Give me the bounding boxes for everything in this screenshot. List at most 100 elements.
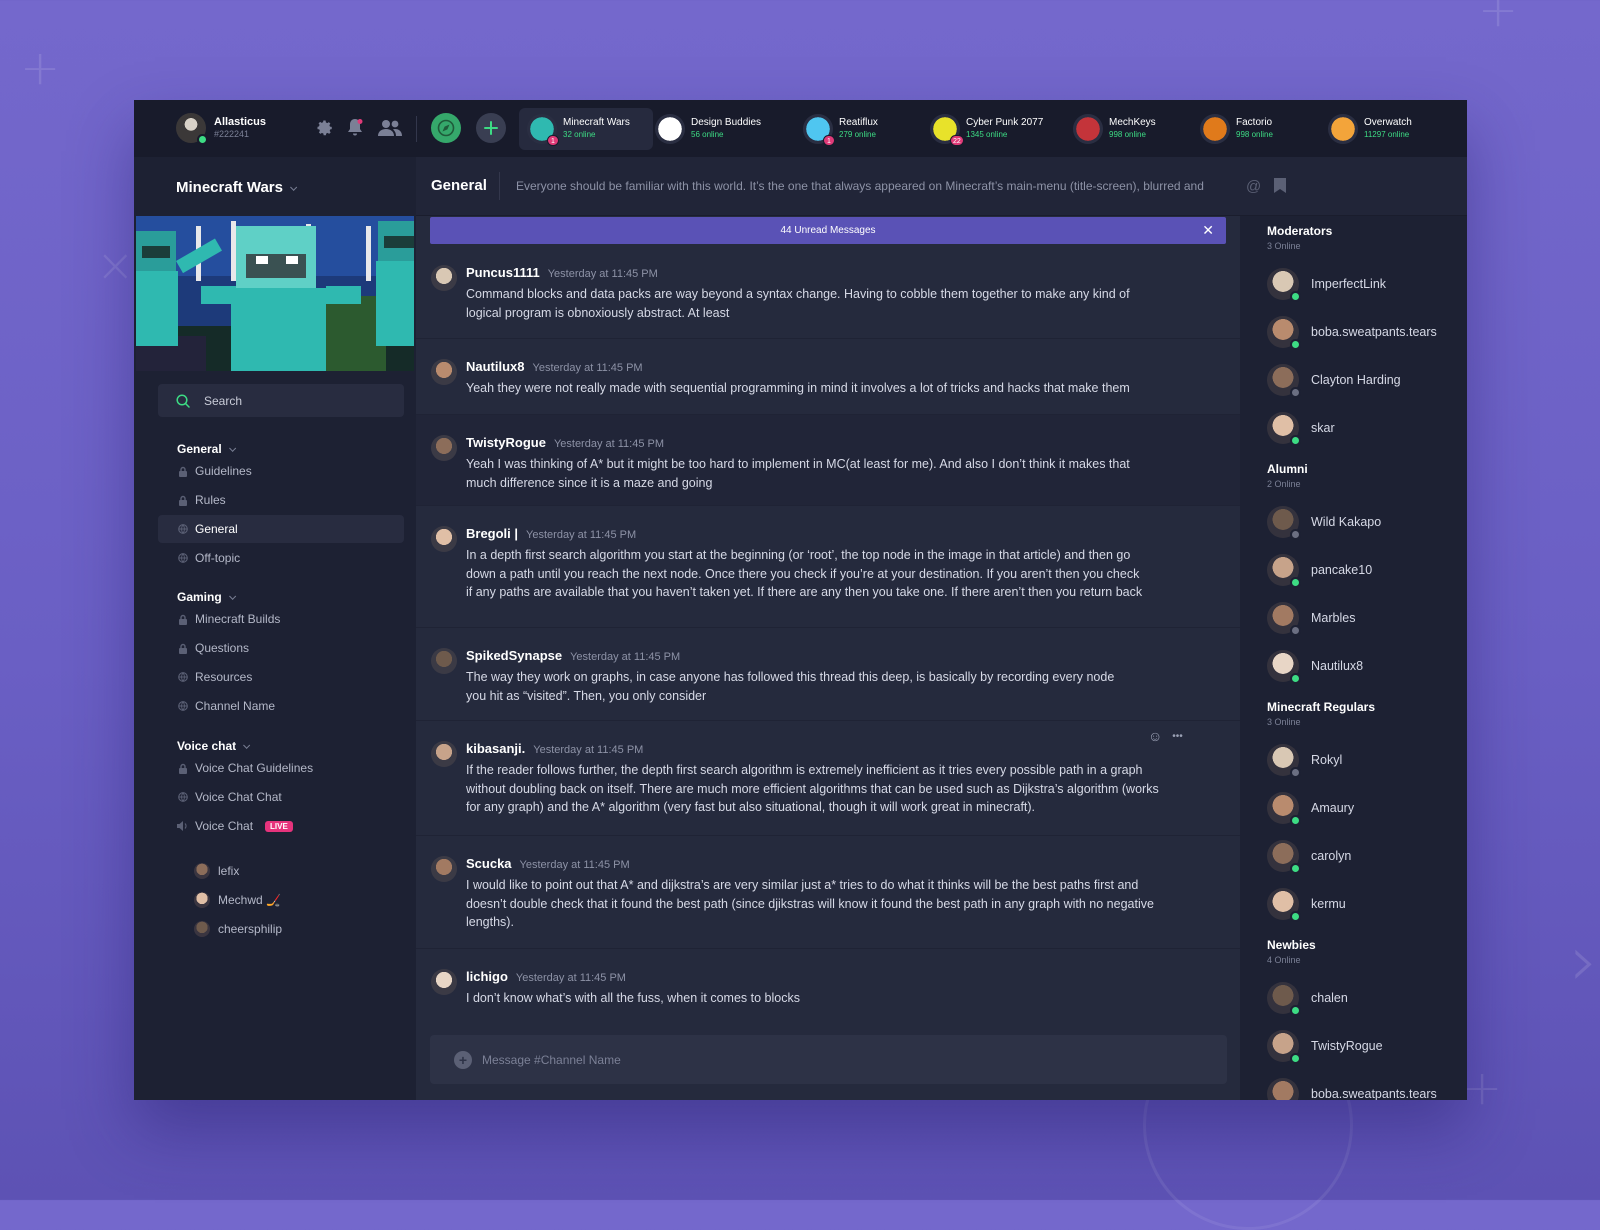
member-item[interactable]: ImperfectLink (1267, 268, 1387, 302)
channel-item[interactable]: Minecraft Builds (158, 605, 404, 633)
current-user[interactable]: Allasticus #222241 (176, 113, 266, 145)
message-author[interactable]: Scucka (466, 856, 512, 871)
compass-icon[interactable] (431, 113, 461, 143)
server-name: Overwatch (1364, 117, 1412, 128)
member-name: ImperfectLink (1311, 277, 1387, 291)
server-name[interactable]: Minecraft Wars (176, 179, 298, 196)
avatar[interactable] (431, 265, 457, 291)
close-icon[interactable]: ✕ (1202, 217, 1214, 244)
member-item[interactable]: chalen (1267, 982, 1348, 1016)
member-item[interactable]: Clayton Harding (1267, 364, 1401, 398)
channel-item[interactable]: Channel Name (158, 692, 404, 720)
people-icon[interactable] (376, 117, 404, 139)
member-item[interactable]: skar (1267, 412, 1335, 446)
message[interactable]: TwistyRogue Yesterday at 11:45 PM Yeah I w… (416, 415, 1240, 506)
category-gaming[interactable]: Gaming (177, 590, 236, 604)
decor-plus: + (20, 40, 61, 96)
server-item[interactable]: 1 Reatiflux 279 online (795, 108, 905, 150)
lock-icon (177, 614, 188, 625)
avatar[interactable] (431, 526, 457, 552)
member-item[interactable]: TwistyRogue (1267, 1030, 1383, 1064)
message-line: much difference since it is a maze and g… (466, 475, 713, 490)
add-attachment-icon[interactable]: + (454, 1050, 472, 1069)
channel-item[interactable]: Off-topic (158, 544, 404, 572)
voice-user[interactable]: cheersphilip (194, 921, 282, 937)
unread-label: 44 Unread Messages (780, 225, 876, 236)
channel-item[interactable]: Resources (158, 663, 404, 691)
plus-icon[interactable] (476, 113, 506, 143)
member-item[interactable]: Wild Kakapo (1267, 506, 1381, 540)
message-timestamp: Yesterday at 11:45 PM (533, 744, 644, 756)
gear-icon[interactable] (314, 117, 336, 139)
bookmark-icon[interactable] (1274, 178, 1286, 198)
server-item[interactable]: Factorio 998 online (1192, 108, 1302, 150)
message[interactable]: Scucka Yesterday at 11:45 PM I would like … (416, 836, 1240, 949)
member-item[interactable]: boba.sweatpants.tears (1267, 1078, 1437, 1100)
server-icon: 22 (930, 114, 964, 146)
bell-icon[interactable] (344, 117, 366, 139)
more-icon[interactable]: ••• (1172, 728, 1183, 746)
search-bar[interactable]: Search (158, 384, 404, 417)
server-item[interactable]: MechKeys 998 online (1065, 108, 1175, 150)
member-item[interactable]: Marbles (1267, 602, 1355, 636)
message[interactable]: Bregoli | Yesterday at 11:45 PM In a depth… (416, 506, 1240, 628)
search-input[interactable]: Search (204, 394, 242, 408)
server-info: Design Buddies 56 online (691, 117, 761, 141)
member-item[interactable]: carolyn (1267, 840, 1351, 874)
channel-item[interactable]: Rules (158, 486, 404, 514)
member-item[interactable]: Nautilux8 (1267, 650, 1363, 684)
emoji-icon[interactable]: ☺ (1148, 728, 1162, 746)
member-item[interactable]: boba.sweatpants.tears (1267, 316, 1437, 350)
member-item[interactable]: Amaury (1267, 792, 1354, 826)
channel-item[interactable]: General (158, 515, 404, 543)
voice-user[interactable]: lefix (194, 863, 239, 879)
channel-label: Off-topic (195, 551, 241, 565)
message-author[interactable]: Puncus1111 (466, 265, 540, 280)
server-item[interactable]: 1 Minecraft Wars 32 online (519, 108, 653, 150)
message[interactable]: kibasanji. Yesterday at 11:45 PM If the re… (416, 721, 1240, 836)
server-info: Cyber Punk 2077 1345 online (966, 117, 1043, 141)
message[interactable]: lichigo Yesterday at 11:45 PM I don’t know… (416, 949, 1240, 1033)
message-author[interactable]: Bregoli | (466, 526, 518, 541)
message-composer[interactable]: + Message #Channel Name (430, 1035, 1227, 1084)
message-author[interactable]: SpikedSynapse (466, 648, 562, 663)
globe-icon (177, 701, 188, 712)
message[interactable]: Puncus1111 Yesterday at 11:45 PM Command b… (416, 245, 1240, 339)
member-item[interactable]: pancake10 (1267, 554, 1372, 588)
member-item[interactable]: kermu (1267, 888, 1346, 922)
server-item[interactable]: Overwatch 11297 online (1320, 108, 1440, 150)
server-item[interactable]: Design Buddies 56 online (647, 108, 767, 150)
channel-item[interactable]: Voice Chat LIVE (158, 812, 404, 840)
avatar[interactable] (431, 435, 457, 461)
unread-banner[interactable]: 44 Unread Messages ✕ (430, 217, 1226, 244)
globe-icon (177, 553, 188, 564)
channel-item[interactable]: Guidelines (158, 457, 404, 485)
message-list[interactable]: 44 Unread Messages ✕ Puncus1111 Yesterday … (416, 216, 1240, 1100)
message-timestamp: Yesterday at 11:45 PM (526, 529, 637, 541)
server-item[interactable]: 22 Cyber Punk 2077 1345 online (922, 108, 1050, 150)
server-icon (1073, 114, 1103, 144)
message-author[interactable]: TwistyRogue (466, 435, 546, 450)
channel-item[interactable]: Questions (158, 634, 404, 662)
category-general[interactable]: General (177, 442, 236, 456)
message-input[interactable]: Message #Channel Name (482, 1053, 621, 1067)
member-item[interactable]: Rokyl (1267, 744, 1342, 778)
message[interactable]: Nautilux8 Yesterday at 11:45 PM Yeah they … (416, 339, 1240, 415)
member-name: boba.sweatpants.tears (1311, 1087, 1437, 1100)
notification-badge: 22 (950, 135, 964, 146)
channel-item[interactable]: Voice Chat Guidelines (158, 754, 404, 782)
avatar[interactable] (431, 359, 457, 385)
message-author[interactable]: lichigo (466, 969, 508, 984)
message[interactable]: SpikedSynapse Yesterday at 11:45 PM The wa… (416, 628, 1240, 721)
avatar[interactable] (431, 741, 457, 767)
message-author[interactable]: kibasanji. (466, 741, 525, 756)
avatar[interactable] (431, 856, 457, 882)
category-voice-chat[interactable]: Voice chat (177, 739, 251, 753)
avatar[interactable] (431, 648, 457, 674)
message-author[interactable]: Nautilux8 (466, 359, 525, 374)
mention-icon[interactable]: @ (1246, 178, 1261, 195)
avatar (1267, 744, 1301, 778)
channel-item[interactable]: Voice Chat Chat (158, 783, 404, 811)
avatar[interactable] (431, 969, 457, 995)
voice-user[interactable]: Mechwd 🏒 (194, 892, 281, 908)
